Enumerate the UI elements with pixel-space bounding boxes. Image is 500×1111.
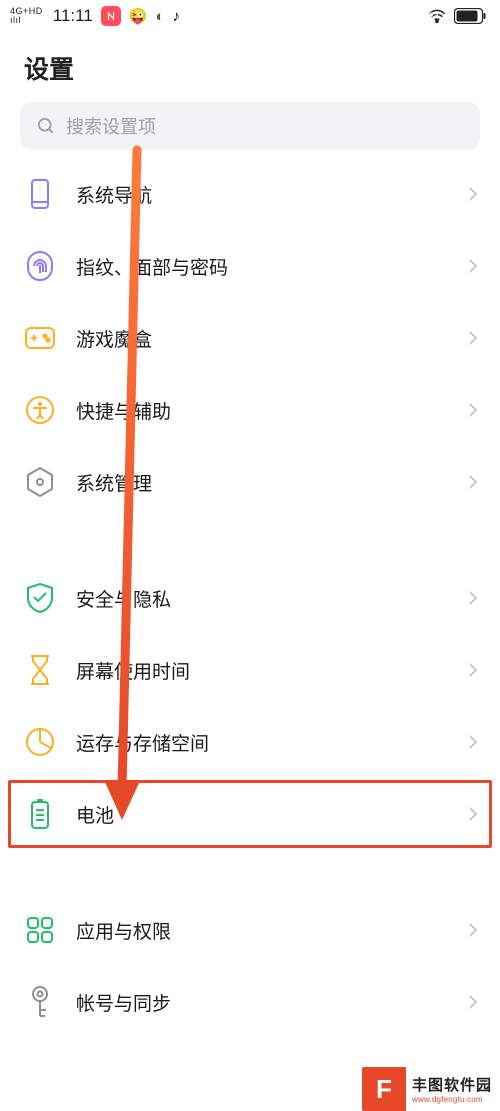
compass-icon: ◐ [155,8,164,25]
row-sysnav[interactable]: 系统导航 [22,158,478,230]
chevron-right-icon [468,806,478,822]
row-label: 安全与隐私 [76,585,468,612]
search-input[interactable]: 搜索设置项 [20,102,480,150]
battery-percent-label: 84 [429,11,439,21]
watermark-name: 丰图软件园 [412,1074,492,1095]
row-label: 帐号与同步 [76,989,468,1016]
clock: 11:11 [53,6,93,26]
row-label: 运存与存储空间 [76,729,468,756]
row-label: 快捷与辅助 [76,397,468,424]
row-label: 指纹、面部与密码 [76,253,468,280]
accessibility-icon [22,396,58,424]
row-privacy[interactable]: 安全与隐私 [22,562,478,634]
status-bar: 4G+HD ılıl 11:11 😜 ◐ ♪ 84 [0,0,500,32]
shield-check-icon [22,583,58,613]
row-label: 系统导航 [76,181,468,208]
row-battery[interactable]: 电池 [22,778,478,850]
music-note-icon: ♪ [173,8,181,25]
chevron-right-icon [468,734,478,750]
chevron-right-icon [468,402,478,418]
notification-app-icon [101,6,121,26]
row-sysmgr[interactable]: 系统管理 [22,446,478,518]
row-label: 应用与权限 [76,917,468,944]
row-label: 屏幕使用时间 [76,657,468,684]
chevron-right-icon [468,922,478,938]
page-title: 设置 [0,32,500,92]
gamepad-icon [22,327,58,349]
row-label: 系统管理 [76,469,468,496]
row-storage[interactable]: 运存与存储空间 [22,706,478,778]
status-left: 4G+HD ılıl 11:11 😜 ◐ ♪ [10,6,180,26]
signal-bars: ılıl [10,16,43,25]
watermark: F 丰图软件园 www.dgfengtu.com [362,1067,500,1111]
row-label: 游戏魔盒 [76,325,468,352]
chevron-right-icon [468,590,478,606]
chevron-right-icon [468,474,478,490]
row-biometric[interactable]: 指纹、面部与密码 [22,230,478,302]
status-right: 84 [428,8,486,24]
row-screentime[interactable]: 屏幕使用时间 [22,634,478,706]
chevron-right-icon [468,994,478,1010]
row-shortcut[interactable]: 快捷与辅助 [22,374,478,446]
chevron-right-icon [468,330,478,346]
hex-gear-icon [22,467,58,497]
grid-icon [22,917,58,943]
phone-icon [22,179,58,209]
key-icon [22,986,58,1018]
watermark-url: www.dgfengtu.com [412,1095,492,1104]
row-account[interactable]: 帐号与同步 [22,966,478,1038]
hourglass-icon [22,655,58,685]
row-label: 电池 [76,801,468,828]
chevron-right-icon [468,258,478,274]
search-placeholder: 搜索设置项 [66,113,156,139]
pie-icon [22,728,58,756]
settings-list: 系统导航 指纹、面部与密码 游戏魔盒 快捷与辅助 系统管理 [0,158,500,1038]
fingerprint-icon [22,251,58,281]
emoji-icon: 😜 [129,7,148,25]
watermark-logo: F [362,1067,406,1111]
battery-indicator: 84 [454,8,486,24]
search-icon [36,116,56,136]
row-apps[interactable]: 应用与权限 [22,894,478,966]
network-indicator: 4G+HD ılıl [10,7,43,25]
search-container: 搜索设置项 [0,92,500,158]
battery-icon [22,799,58,829]
chevron-right-icon [468,186,478,202]
row-gamebox[interactable]: 游戏魔盒 [22,302,478,374]
chevron-right-icon [468,662,478,678]
